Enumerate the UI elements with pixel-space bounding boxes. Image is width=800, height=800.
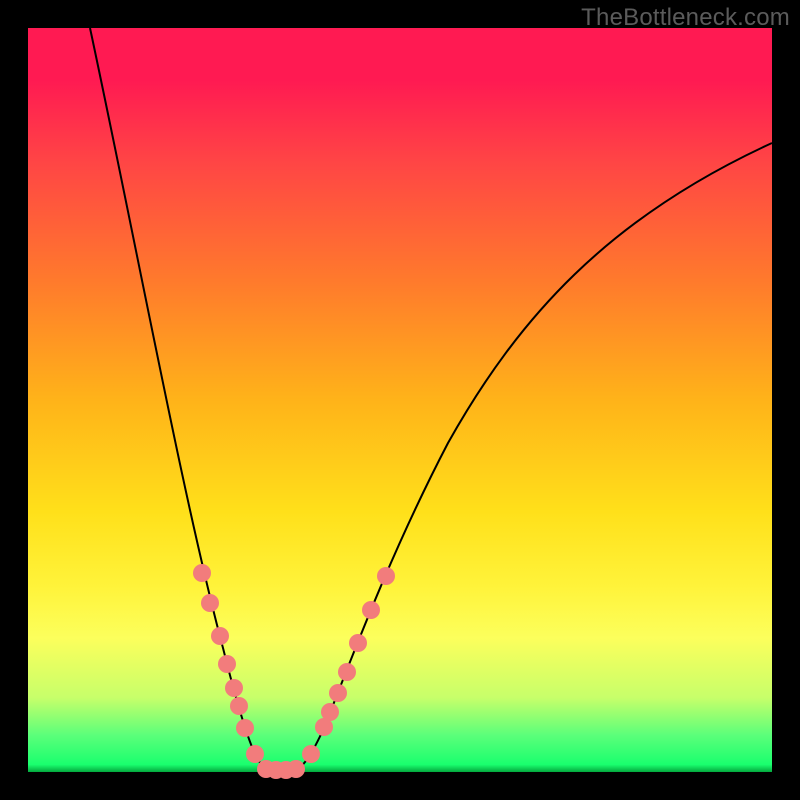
data-point	[302, 745, 320, 763]
chart-frame: TheBottleneck.com	[0, 0, 800, 800]
watermark-text: TheBottleneck.com	[581, 4, 790, 32]
curve-left	[90, 28, 268, 770]
curve-svg	[28, 28, 772, 772]
data-point	[338, 663, 356, 681]
plot-area	[28, 28, 772, 772]
data-point	[236, 719, 254, 737]
data-point	[201, 594, 219, 612]
data-point	[329, 684, 347, 702]
data-point	[362, 601, 380, 619]
data-point	[211, 627, 229, 645]
data-point	[218, 655, 236, 673]
data-point	[287, 760, 305, 778]
data-point	[349, 634, 367, 652]
data-point	[321, 703, 339, 721]
data-point	[193, 564, 211, 582]
data-point	[225, 679, 243, 697]
data-point	[377, 567, 395, 585]
curve-right	[296, 143, 772, 770]
data-point	[246, 745, 264, 763]
data-point	[230, 697, 248, 715]
dots-group	[193, 564, 395, 779]
